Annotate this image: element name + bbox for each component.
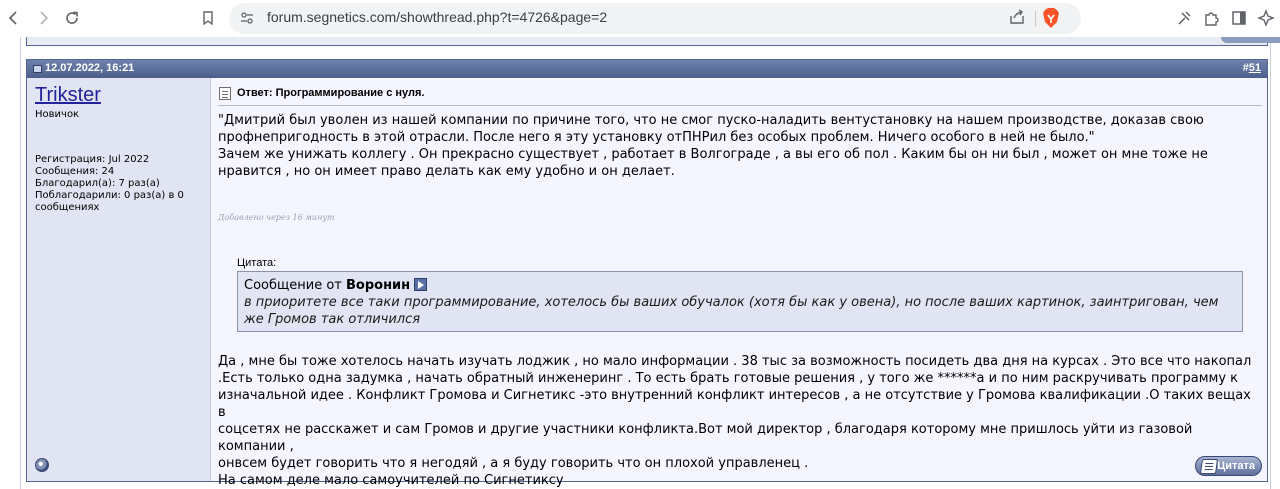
bookmark-icon[interactable] bbox=[196, 6, 220, 30]
forum-post: 12.07.2022, 16:21 #51 Trikster Новичок Р… bbox=[26, 59, 1268, 488]
user-stats: Регистрация: Jul 2022 Сообщения: 24 Благ… bbox=[35, 154, 211, 214]
message-body-continued: Да , мне бы тоже хотелось начать изучать… bbox=[218, 353, 1258, 489]
previous-quote-button[interactable] bbox=[1221, 37, 1280, 43]
message-column: Ответ: Программирование с нуля. "Дмитрий… bbox=[212, 78, 1267, 488]
username-link[interactable]: Trikster bbox=[35, 84, 101, 107]
quote-text: в приоритете все таки программирование, … bbox=[244, 295, 1219, 327]
view-post-arrow-icon[interactable] bbox=[414, 278, 428, 291]
post-title-icon bbox=[219, 87, 231, 100]
user-was-thanked: Поблагодарили: 0 раз(а) в 0 сообщениях bbox=[35, 190, 184, 213]
message-paragraph: Зачем же унижать коллегу . Он прекрасно … bbox=[218, 147, 1212, 179]
quote-button-label: Цитата bbox=[1217, 460, 1255, 472]
user-messages: Сообщения: 24 bbox=[35, 166, 115, 177]
message-line: изначальной идее . Конфликт Громова и Си… bbox=[218, 388, 1251, 420]
forum-page: 12.07.2022, 16:21 #51 Trikster Новичок Р… bbox=[0, 37, 1280, 489]
forward-icon[interactable] bbox=[31, 6, 55, 30]
title-divider bbox=[218, 105, 1262, 106]
post-number: #51 bbox=[1243, 62, 1261, 74]
message-line: На самом деле мало самоучителей по Сигне… bbox=[218, 473, 564, 488]
post-status-icon bbox=[33, 65, 42, 73]
quote-reply-icon bbox=[1199, 459, 1219, 474]
added-later-note: Добавлено через 16 минут bbox=[218, 213, 335, 222]
extensions-icon[interactable] bbox=[1199, 6, 1223, 30]
quote-label: Цитата: bbox=[237, 257, 277, 269]
address-bar-divider bbox=[1035, 11, 1036, 27]
tools-icon[interactable] bbox=[1172, 6, 1196, 30]
brave-shields-icon[interactable] bbox=[1041, 7, 1061, 33]
post-header: 12.07.2022, 16:21 #51 bbox=[27, 60, 1267, 78]
user-title: Новичок bbox=[35, 109, 80, 120]
previous-post-footer bbox=[26, 37, 1280, 46]
reload-icon[interactable] bbox=[60, 6, 84, 30]
quote-from-prefix: Сообщение от bbox=[244, 278, 342, 293]
back-icon[interactable] bbox=[2, 6, 26, 30]
message-line: онвсем будет говорить что я негодяй , а … bbox=[218, 456, 809, 471]
browser-toolbar: forum.segnetics.com/showthread.php?t=472… bbox=[0, 0, 1280, 37]
user-registration: Регистрация: Jul 2022 bbox=[35, 154, 150, 165]
sidebar-icon[interactable] bbox=[1227, 6, 1251, 30]
message-line: соцсетях не расскажет и сам Громов и дру… bbox=[218, 422, 1193, 454]
site-settings-icon[interactable] bbox=[239, 10, 255, 30]
message-body: "Дмитрий был уволен из нашей компании по… bbox=[218, 112, 1258, 180]
quote-author: Воронин bbox=[346, 278, 411, 293]
user-info-column: Trikster Новичок Регистрация: Jul 2022 С… bbox=[27, 78, 211, 481]
share-icon[interactable] bbox=[1008, 8, 1026, 30]
url-text[interactable]: forum.segnetics.com/showthread.php?t=472… bbox=[267, 9, 607, 25]
post-title: Ответ: Программирование с нуля. bbox=[237, 87, 425, 99]
post-date: 12.07.2022, 16:21 bbox=[45, 62, 135, 74]
leo-ai-icon[interactable] bbox=[1254, 6, 1278, 30]
quote-block: Сообщение от Воронин в приоритете все та… bbox=[237, 271, 1243, 332]
user-thanked: Благодарил(а): 7 раз(а) bbox=[35, 178, 160, 189]
offline-status-icon bbox=[35, 458, 49, 472]
message-paragraph: "Дмитрий был уволен из нашей компании по… bbox=[218, 113, 1208, 145]
quote-reply-button[interactable]: Цитата bbox=[1195, 456, 1262, 476]
post-number-link[interactable]: 51 bbox=[1249, 62, 1261, 74]
address-bar[interactable]: forum.segnetics.com/showthread.php?t=472… bbox=[229, 3, 1081, 34]
message-line: .Есть только одна задумка , начать обрат… bbox=[218, 371, 1238, 386]
message-line: Да , мне бы тоже хотелось начать изучать… bbox=[218, 354, 1252, 369]
quote-source: Сообщение от Воронин bbox=[244, 277, 1236, 294]
